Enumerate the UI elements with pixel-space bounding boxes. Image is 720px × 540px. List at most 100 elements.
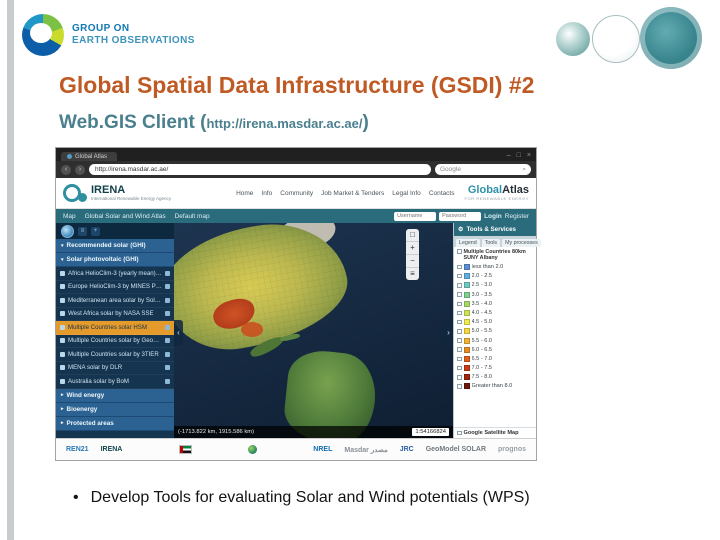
menubar-item[interactable]: Map [63,213,76,220]
layer-visibility-checkbox[interactable] [165,270,170,276]
legend-entry[interactable]: 2.5 - 3.0 [457,281,533,290]
legend-entry-checkbox[interactable] [457,264,462,270]
layer-visibility-checkbox[interactable] [165,338,170,344]
legend-entry[interactable]: 6.0 - 6.5 [457,345,533,354]
partner-logo[interactable]: GeoModel SOLAR [426,446,486,453]
collapse-panel-button[interactable]: › [444,319,453,346]
layer-item[interactable]: MENA solar by DLR [56,362,174,375]
address-bar[interactable] [89,164,431,175]
layer-section-collapsed[interactable]: ▸ Protected areas [56,416,174,431]
legend-entry[interactable]: 7.5 - 8.0 [457,373,533,382]
legend-entry[interactable]: Greater than 8.0 [457,382,533,391]
tools-tab[interactable]: Tools [481,239,501,247]
layer-zoom-checkbox[interactable] [60,365,65,371]
legend-entry-checkbox[interactable] [457,283,462,288]
partner-logo[interactable]: Masdar مصدر [344,446,387,454]
zoom-out-icon[interactable]: − [406,255,419,268]
full-extent-icon[interactable]: □ [406,229,419,242]
layers-toggle-icon[interactable]: ≡ [406,268,419,280]
menubar-item[interactable]: Global Solar and Wind Atlas [85,213,166,220]
close-icon[interactable]: × [527,152,531,159]
layer-item[interactable]: Multiple Countries solar by 3TIER [56,348,174,362]
section-recommended-solar[interactable]: ▾ Recommended solar (GHI) [56,239,174,253]
layer-zoom-checkbox[interactable] [60,378,65,384]
browser-search-box[interactable]: Google ⌕ [435,164,531,175]
legend-layer-checkbox[interactable] [457,249,462,254]
layer-visibility-checkbox[interactable] [165,378,170,384]
legend-entry[interactable]: 5.5 - 6.0 [457,336,533,345]
layer-visibility-checkbox[interactable] [165,284,170,290]
global-atlas-logo[interactable]: GlobalAtlas FOR RENEWABLE ENERGY [464,185,529,202]
base-layer-row[interactable]: Google Satellite Map [454,427,536,438]
layer-section-collapsed[interactable]: ▸ Wind energy [56,388,174,403]
layer-item[interactable]: West Africa solar by NASA SSE [56,308,174,321]
zoom-in-icon[interactable]: + [406,242,419,255]
partner-logo[interactable]: NREL [313,446,332,453]
globe-icon[interactable] [61,224,74,238]
partner-logo[interactable]: REN21 [66,446,89,453]
layer-section-collapsed[interactable]: ▸ Bioenergy [56,402,174,417]
nav-item[interactable]: Info [261,190,272,197]
layer-zoom-checkbox[interactable] [60,270,65,276]
layer-item[interactable]: Europe HelioClim-3 by MINES Paris.. [56,281,174,294]
layer-zoom-checkbox[interactable] [60,284,65,290]
layer-zoom-checkbox[interactable] [60,338,65,344]
layer-visibility-checkbox[interactable] [165,297,170,303]
register-button[interactable]: Register [505,213,529,220]
layer-zoom-checkbox[interactable] [60,324,65,330]
base-layer-checkbox[interactable] [457,430,462,436]
layer-zoom-checkbox[interactable] [60,351,65,357]
layer-item[interactable]: Mediterranean area solar by Solar-.. [56,294,174,308]
legend-entry[interactable]: 6.5 - 7.0 [457,354,533,363]
nav-item[interactable]: Home [236,190,253,197]
section-solar-photovoltaic[interactable]: ▾ Solar photovoltaic (GHI) [56,253,174,267]
menubar-item[interactable]: Default map [175,213,210,220]
username-field[interactable] [394,211,437,221]
map-scale[interactable]: 1:54166824 [412,428,449,436]
nav-item[interactable]: Legal Info [392,190,421,197]
legend-entry-checkbox[interactable] [457,347,462,352]
nav-item[interactable]: Job Market & Tenders [321,190,384,197]
password-field[interactable] [439,211,482,221]
legend-entry[interactable]: 4.5 - 5.0 [457,318,533,327]
legend-entry-checkbox[interactable] [457,375,462,380]
layer-visibility-checkbox[interactable] [165,324,170,330]
tools-tab[interactable]: My processes [502,239,541,247]
irena-logo[interactable]: IRENA International Renewable Energy Age… [63,184,171,202]
browser-tab[interactable]: Global Atlas [61,152,118,161]
legend-entry-checkbox[interactable] [457,273,462,279]
legend-entry[interactable]: 3.0 - 3.5 [457,290,533,299]
collapse-sidebar-button[interactable]: ‹ [174,319,183,346]
legend-entry-checkbox[interactable] [457,338,462,343]
maximize-icon[interactable]: □ [517,152,521,159]
legend-entry-checkbox[interactable] [457,301,462,306]
layer-item[interactable]: Australia solar by BoM [56,375,174,389]
nav-item[interactable]: Community [280,190,313,197]
partner-logo[interactable]: prognos [498,446,526,453]
layer-visibility-checkbox[interactable] [165,351,170,357]
layer-item[interactable]: Multiple Countries solar HSM [56,321,174,335]
legend-entry-checkbox[interactable] [457,310,462,316]
tools-tab[interactable]: Legend [456,239,480,247]
forward-icon[interactable]: › [75,164,85,175]
legend-entry[interactable]: 4.0 - 4.5 [457,308,533,317]
layer-item[interactable]: Multiple Countries solar by GeoMo.. [56,335,174,348]
add-layer-icon[interactable]: + [91,226,100,236]
nav-item[interactable]: Contacts [429,190,455,197]
legend-entry[interactable]: 5.0 - 5.5 [457,327,533,336]
legend-entry-checkbox[interactable] [457,384,462,389]
legend-entry[interactable]: 7.0 - 7.5 [457,363,533,372]
layer-zoom-checkbox[interactable] [60,311,65,317]
partner-logo[interactable]: JRC [400,446,414,453]
minimize-icon[interactable]: – [507,152,511,159]
legend-entry[interactable]: less than 2.0 [457,262,533,271]
layers-icon[interactable]: ≡ [78,226,87,236]
legend-entry-checkbox[interactable] [457,292,462,297]
legend-entry-checkbox[interactable] [457,365,462,371]
layer-visibility-checkbox[interactable] [165,365,170,371]
legend-entry[interactable]: 3.5 - 4.0 [457,299,533,308]
login-button[interactable]: Login [484,213,502,220]
back-icon[interactable]: ‹ [61,164,71,175]
legend-entry[interactable]: 2.0 - 2.5 [457,272,533,281]
layer-item[interactable]: Africa HelioClim-3 (yearly mean) by So.. [56,267,174,281]
